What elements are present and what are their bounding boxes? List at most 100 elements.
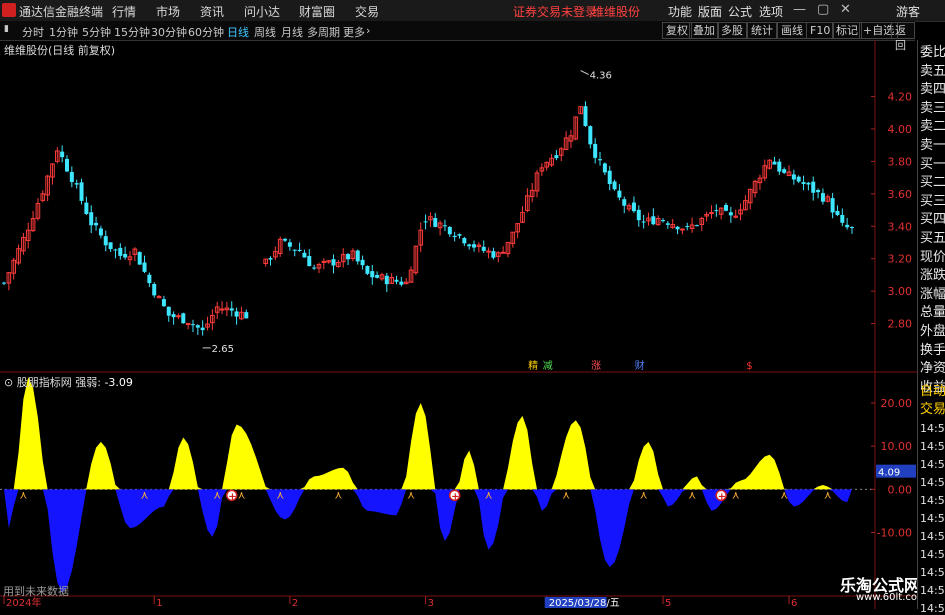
side-label[interactable]: 委比 — [920, 44, 945, 62]
signal-marker: ⋏ — [237, 488, 245, 501]
price-tick-label: 3.40 — [888, 220, 913, 233]
candle-body — [118, 247, 123, 256]
event-marker: 精 — [528, 359, 538, 372]
side-label[interactable]: 换手 — [920, 342, 945, 360]
signal-marker: ⋏ — [562, 488, 570, 501]
candle-body — [433, 218, 438, 227]
candle-body — [675, 226, 680, 230]
side-time: 14:56 — [920, 476, 945, 489]
side-label[interactable]: 买三 — [920, 193, 945, 211]
indicator-tick-label: -10.00 — [877, 527, 912, 540]
candle-body — [665, 223, 670, 225]
side-label[interactable]: 买一 — [920, 156, 945, 174]
candle-body — [94, 222, 99, 226]
candle-body — [219, 308, 225, 311]
candle-body — [835, 210, 840, 215]
indicator-negative-area — [4, 489, 852, 593]
side-label[interactable]: 买二 — [920, 174, 945, 192]
candle-body — [64, 158, 69, 172]
side-label[interactable]: 买四 — [920, 211, 945, 229]
candle-body — [103, 236, 108, 246]
candle-body — [302, 252, 307, 258]
candle-body — [176, 315, 181, 318]
candle-body — [486, 250, 491, 253]
side-auto-trade[interactable]: 交易 — [920, 401, 945, 419]
signal-marker: ⋏ — [732, 488, 740, 501]
signal-marker: ⋏ — [276, 488, 284, 501]
side-label[interactable]: 外盘 — [920, 323, 945, 341]
signal-marker: ⋏ — [213, 488, 221, 501]
candle-body — [777, 161, 782, 172]
indicator-title: ⊙ 股朋指标网 强弱: -3.09 — [4, 374, 133, 390]
price-tick-label: 3.60 — [888, 188, 913, 201]
side-label[interactable]: 现价 — [920, 249, 945, 267]
side-time: 14:56 — [920, 458, 945, 471]
candle-body — [365, 266, 370, 274]
side-label[interactable]: 卖三 — [920, 100, 945, 118]
candle-body — [108, 242, 113, 250]
candle-body — [457, 234, 462, 236]
side-time: 14:56 — [920, 512, 945, 525]
price-annotation: 4.36 — [590, 71, 612, 82]
candle-body — [840, 214, 845, 223]
candle-body — [709, 212, 714, 215]
candle-body — [399, 281, 404, 285]
side-label[interactable]: 买五 — [920, 230, 945, 248]
candle-body — [467, 244, 472, 247]
candle-body — [472, 244, 477, 248]
candle-body — [234, 311, 239, 317]
indicator-series: ⋏ ⋏ ⋏ ⋏ ⋏ ⋏ ⋏ ⋏ ⋏ ⋏ ⋏ ⋏ ⋏ ⋏+ + + — [4, 377, 852, 593]
side-label[interactable]: 净资 — [920, 360, 945, 378]
candle-body — [661, 220, 666, 222]
plus-signal-glyph: + — [451, 491, 459, 502]
candle-body — [84, 202, 89, 214]
candle-body — [161, 299, 166, 307]
indicator-tick-label: 10.00 — [881, 440, 913, 453]
candle-body — [641, 221, 646, 223]
candle-body — [791, 174, 796, 180]
side-time: 14:56 — [920, 566, 945, 579]
candle-body — [312, 267, 317, 269]
side-label[interactable]: 涨幅 — [920, 286, 945, 304]
side-auto-trade[interactable]: 自动 — [920, 383, 945, 401]
candle-body — [287, 242, 292, 247]
candle-body — [147, 274, 152, 284]
side-label[interactable]: 卖二 — [920, 118, 945, 136]
side-label[interactable]: 涨跌 — [920, 267, 945, 285]
side-time: 14:56 — [920, 530, 945, 543]
side-label[interactable]: 卖一 — [920, 137, 945, 155]
price-tick-label: 2.80 — [888, 318, 913, 331]
side-label[interactable]: 卖五 — [920, 63, 945, 81]
current-value-tag-label: 4.09 — [878, 468, 900, 479]
price-tick-label: 3.80 — [888, 155, 913, 168]
side-label[interactable]: 卖四 — [920, 81, 945, 99]
indicator-value: -3.09 — [104, 376, 133, 389]
candle-body — [346, 254, 351, 260]
side-label[interactable]: 总量 — [920, 304, 945, 322]
candle-body — [850, 227, 854, 229]
indicator-collapse-icon[interactable]: ⊙ — [4, 376, 13, 389]
candle-body — [820, 193, 825, 202]
candle-body — [631, 202, 636, 212]
price-tick-label: 3.20 — [888, 253, 913, 266]
candle-body — [636, 209, 641, 221]
indicator-series-label: 强弱: — [75, 376, 101, 389]
candle-body — [607, 170, 612, 185]
candle-body — [602, 163, 607, 173]
candle-body — [331, 259, 336, 266]
candle-body — [598, 159, 603, 161]
candle-body — [423, 221, 428, 223]
candle-body — [481, 246, 486, 251]
candle-body — [171, 314, 176, 318]
candle-body — [74, 183, 79, 185]
indicator-positive-area — [4, 377, 852, 490]
candle-body — [554, 155, 559, 159]
indicator-name[interactable]: 股朋指标网 — [17, 376, 72, 389]
signal-marker: ⋏ — [780, 488, 788, 501]
candle-body — [297, 249, 302, 252]
side-time: 14:56 — [920, 440, 945, 453]
candle-body — [452, 235, 457, 238]
candle-body — [782, 169, 787, 173]
candle-body — [244, 312, 249, 319]
candle-body — [268, 258, 273, 260]
